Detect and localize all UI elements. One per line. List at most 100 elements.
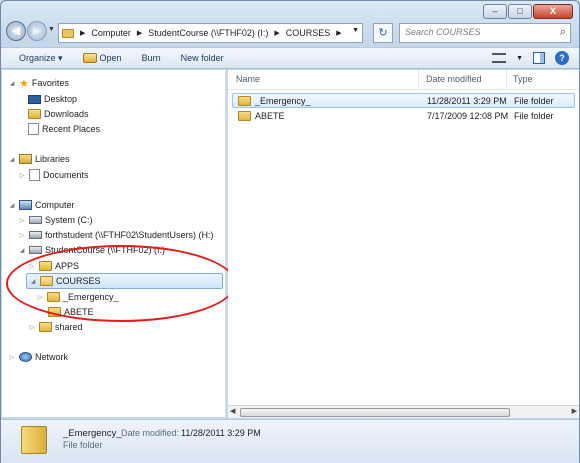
tree-label: Recent Places (42, 124, 101, 134)
tree-apps[interactable]: ▷ APPS (28, 259, 79, 273)
tree-network[interactable]: ▷ Network (8, 350, 68, 364)
list-item[interactable]: _Emergency_ 11/28/2011 3:29 PM File fold… (232, 93, 575, 108)
list-item[interactable]: ABETE 7/17/2009 12:08 PM File folder (232, 109, 575, 124)
details-type: File folder (63, 440, 103, 450)
chevron-right-icon[interactable]: ▶ (336, 29, 341, 37)
file-date: 7/17/2009 12:08 PM (427, 111, 509, 121)
tree-studentcourse-drive[interactable]: ◢ StudentCourse (\\FTHF02) (I:) (18, 243, 165, 257)
help-icon[interactable]: ? (555, 51, 569, 65)
tree-courses[interactable]: ◢ COURSES (26, 273, 223, 289)
folder-icon (48, 307, 61, 317)
folder-icon (238, 111, 251, 121)
tree-libraries[interactable]: ◢ Libraries (8, 152, 70, 166)
documents-icon (29, 169, 40, 181)
column-date-modified[interactable]: Date modified (426, 74, 482, 84)
tree-system-drive[interactable]: ▷ System (C:) (18, 213, 93, 227)
breadcrumb-courses[interactable]: COURSES (286, 28, 331, 38)
toolbar-right: ▼ ? (492, 51, 569, 65)
tree-label: shared (55, 322, 83, 332)
tree-label: forthstudent (\\FTHF02\StudentUsers) (H:… (45, 230, 214, 240)
drive-icon (29, 216, 42, 224)
recent-pages-dropdown[interactable]: ▼ (48, 26, 55, 33)
maximize-button[interactable]: □ (508, 4, 532, 19)
expand-icon[interactable]: ▷ (18, 217, 26, 224)
change-view-icon[interactable] (492, 53, 507, 63)
network-drive-icon (29, 246, 42, 254)
search-icon[interactable]: ⌕ (560, 26, 566, 39)
scrollbar-thumb[interactable] (240, 408, 510, 417)
tree-abete[interactable]: ABETE (48, 305, 94, 319)
file-type: File folder (514, 111, 554, 121)
tree-documents[interactable]: ▷ Documents (18, 168, 89, 182)
expand-icon[interactable]: ▷ (8, 354, 16, 361)
expand-icon[interactable]: ▷ (28, 263, 36, 270)
tree-label: Network (35, 352, 69, 362)
expand-icon[interactable]: ▷ (36, 294, 44, 301)
chevron-right-icon[interactable]: ▶ (80, 29, 85, 37)
search-input[interactable]: Search COURSES ⌕ (399, 23, 571, 43)
breadcrumb-computer[interactable]: Computer (91, 28, 131, 38)
tree-label: _Emergency_ (63, 292, 119, 302)
file-type: File folder (514, 96, 554, 106)
breadcrumb-studentcourse[interactable]: StudentCourse (\\FTHF02) (I:) (148, 28, 268, 38)
scroll-left-icon[interactable]: ◀ (230, 407, 235, 415)
address-dropdown-icon[interactable]: ▼ (352, 27, 359, 34)
tree-emergency[interactable]: ▷ _Emergency_ (36, 290, 119, 304)
scroll-right-icon[interactable]: ▶ (572, 407, 577, 415)
caption-buttons: – □ X (483, 4, 573, 19)
forward-arrow-icon: ▶ (32, 25, 42, 37)
libraries-icon (19, 154, 32, 164)
collapse-icon[interactable]: ◢ (8, 80, 16, 87)
open-folder-icon (40, 276, 53, 286)
tree-recent-places[interactable]: Recent Places (28, 122, 100, 136)
collapse-icon[interactable]: ◢ (29, 278, 37, 285)
expand-icon[interactable]: ▷ (28, 324, 36, 331)
tree-label: StudentCourse (\\FTHF02) (I:) (45, 245, 166, 255)
burn-button[interactable]: Burn (142, 53, 161, 63)
view-options-dropdown-icon[interactable]: ▼ (516, 55, 523, 62)
collapse-icon[interactable]: ◢ (8, 202, 16, 209)
close-button[interactable]: X (533, 4, 573, 19)
tree-favorites[interactable]: ◢ ★ Favorites (8, 76, 69, 90)
column-name[interactable]: Name (236, 74, 260, 84)
collapse-icon[interactable]: ◢ (8, 156, 16, 163)
back-arrow-icon: ◀ (11, 25, 21, 37)
details-name: _Emergency_ (63, 428, 122, 439)
forward-button[interactable]: ▶ (27, 21, 47, 41)
collapse-icon[interactable]: ◢ (18, 247, 26, 254)
tree-label: Libraries (35, 154, 70, 164)
expand-icon[interactable]: ▷ (18, 172, 26, 179)
preview-pane-icon[interactable] (533, 52, 545, 64)
organize-button[interactable]: Organize ▾ (19, 53, 63, 64)
column-type[interactable]: Type (513, 74, 533, 84)
tree-label: System (C:) (45, 215, 93, 225)
folder-icon (39, 322, 52, 332)
column-divider[interactable] (506, 70, 507, 89)
tree-label: Documents (43, 170, 89, 180)
open-button[interactable]: Open (82, 53, 122, 63)
expand-icon[interactable]: ▷ (18, 232, 26, 239)
details-pane: _Emergency_ Date modified: 11/28/2011 3:… (1, 419, 579, 463)
open-label: Open (99, 53, 122, 63)
address-bar[interactable]: ▶ Computer ▶ StudentCourse (\\FTHF02) (I… (58, 23, 363, 43)
back-button[interactable]: ◀ (6, 21, 26, 41)
tree-desktop[interactable]: Desktop (28, 92, 77, 106)
tree-label: Favorites (31, 78, 69, 88)
recent-places-icon (28, 123, 39, 135)
minimize-button[interactable]: – (483, 4, 507, 19)
folder-icon (39, 261, 52, 271)
file-date: 11/28/2011 3:29 PM (427, 96, 507, 106)
horizontal-scrollbar[interactable]: ◀ ▶ (228, 405, 579, 418)
refresh-icon: ↻ (378, 27, 388, 39)
tree-label: Desktop (44, 94, 78, 104)
computer-icon (19, 200, 32, 210)
column-divider[interactable] (418, 70, 419, 89)
chevron-right-icon[interactable]: ▶ (137, 29, 142, 37)
tree-computer[interactable]: ◢ Computer (8, 198, 75, 212)
tree-downloads[interactable]: Downloads (28, 107, 89, 121)
chevron-right-icon[interactable]: ▶ (274, 29, 279, 37)
tree-shared[interactable]: ▷ shared (28, 320, 83, 334)
tree-forthstudent-drive[interactable]: ▷ forthstudent (\\FTHF02\StudentUsers) (… (18, 228, 214, 242)
new-folder-button[interactable]: New folder (181, 53, 224, 63)
refresh-button[interactable]: ↻ (373, 23, 393, 43)
